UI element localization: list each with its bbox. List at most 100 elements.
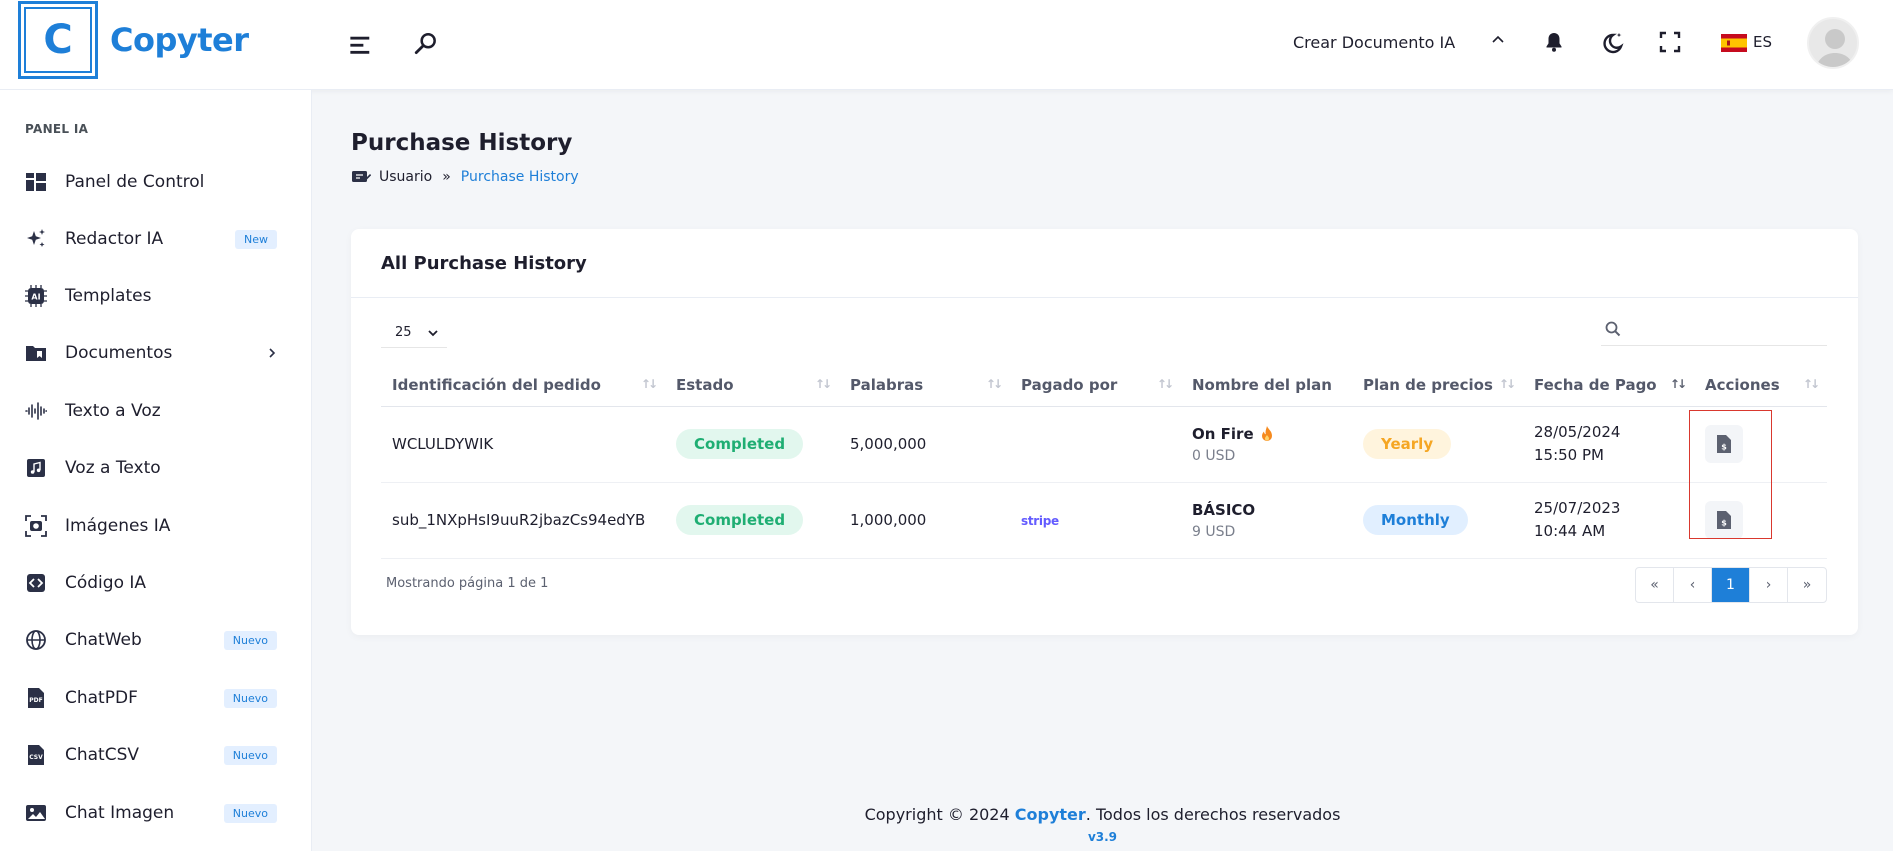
nuevo-badge: Nuevo — [223, 745, 277, 765]
fullscreen-icon[interactable] — [1659, 31, 1681, 53]
svg-text:AI: AI — [31, 293, 40, 302]
payment-time: 15:50 PM — [1534, 446, 1604, 464]
sidebar-item-chatpdf[interactable]: PDF ChatPDF Nuevo — [0, 678, 312, 718]
next-page-button[interactable]: › — [1750, 568, 1788, 602]
paid-by — [1010, 406, 1181, 483]
fire-icon — [1261, 425, 1272, 441]
sidebar-item-chatcsv[interactable]: CSV ChatCSV Nuevo — [0, 735, 312, 775]
sidebar-item-voz-a-texto[interactable]: Voz a Texto — [0, 448, 312, 488]
footer-brand-link[interactable]: Copyter — [1015, 805, 1086, 824]
top-header: C Copyter Crear Documento IA ES — [0, 0, 1893, 90]
svg-text:PDF: PDF — [29, 697, 42, 704]
logo[interactable]: C Copyter — [18, 0, 249, 80]
sidebar-item-templates[interactable]: AI Templates — [0, 276, 312, 316]
svg-text:$: $ — [1721, 443, 1727, 452]
status-badge: Completed — [676, 429, 804, 459]
invoice-button[interactable]: $ — [1705, 501, 1743, 539]
sort-icon[interactable]: ↑↓ — [1803, 377, 1820, 391]
footer-prefix: Copyright © 2024 — [864, 805, 1015, 824]
page-length-value: 25 — [395, 325, 412, 340]
sort-icon[interactable]: ↑↓ — [641, 377, 658, 391]
sidebar-item-texto-a-voz[interactable]: Texto a Voz — [0, 391, 312, 431]
nuevo-badge: Nuevo — [223, 688, 277, 708]
moon-icon[interactable] — [1600, 30, 1626, 56]
avatar[interactable] — [1807, 17, 1859, 69]
svg-text:$: $ — [1721, 519, 1727, 528]
sidebar-item-label: Documentos — [65, 343, 173, 363]
column-header[interactable]: Identificación del pedido ↑↓ — [381, 365, 665, 407]
sidebar-item-documentos[interactable]: Documentos — [0, 333, 312, 373]
chevron-up-icon[interactable] — [1490, 32, 1506, 48]
chevron-right-icon — [269, 348, 276, 358]
sort-icon[interactable]: ↑↓ — [986, 377, 1003, 391]
search-input[interactable] — [1631, 319, 1821, 343]
payment-time: 10:44 AM — [1534, 522, 1606, 540]
sidebar-item-label: ChatPDF — [65, 688, 138, 708]
sidebar-item-chat-imagen[interactable]: Chat Imagen Nuevo — [0, 793, 312, 833]
order-id: sub_1NXpHsI9uuR2jbazCs94edYB — [381, 482, 665, 559]
sidebar-item-codigo-ia[interactable]: Código IA — [0, 563, 312, 603]
sidebar-item-redactor-ia[interactable]: Redactor IA New — [0, 219, 312, 259]
plan-name: On Fire — [1192, 425, 1352, 443]
invoice-icon: $ — [1717, 435, 1731, 453]
create-document-dropdown[interactable]: Crear Documento IA — [1293, 33, 1455, 52]
table-search — [1601, 315, 1827, 346]
footer-suffix: . Todos los derechos reservados — [1085, 805, 1341, 824]
logo-mark: C — [18, 1, 98, 79]
first-page-button[interactable]: « — [1636, 568, 1674, 602]
soundwave-icon — [25, 402, 47, 420]
column-header[interactable]: Estado ↑↓ — [665, 365, 839, 407]
breadcrumb-current: Purchase History — [460, 169, 579, 185]
ai-chip-icon: AI — [25, 285, 47, 307]
column-header[interactable]: Pagado por ↑↓ — [1010, 365, 1181, 407]
sort-icon[interactable]: ↑↓ — [815, 377, 832, 391]
order-id: WCLULDYWIK — [381, 406, 665, 483]
sort-icon[interactable]: ↑↓ — [1499, 377, 1516, 391]
search-icon[interactable] — [413, 31, 439, 57]
column-header[interactable]: Plan de precios ↑↓ — [1352, 365, 1523, 407]
plan-price: 9 USD — [1192, 523, 1236, 540]
search-icon — [1605, 321, 1621, 337]
last-page-button[interactable]: » — [1788, 568, 1826, 602]
menu-icon[interactable] — [348, 32, 374, 58]
pricing-badge: Monthly — [1363, 505, 1468, 535]
breadcrumb-separator: » — [442, 169, 451, 185]
column-header[interactable]: Acciones ↑↓ — [1694, 365, 1827, 407]
csv-icon: CSV — [28, 745, 44, 765]
pricing-badge: Yearly — [1363, 429, 1452, 459]
page-title: Purchase History — [351, 130, 573, 156]
sidebar-item-chatweb[interactable]: ChatWeb Nuevo — [0, 620, 312, 660]
sidebar-item-imagenes-ia[interactable]: Imágenes IA — [0, 506, 312, 546]
column-header[interactable]: Fecha de Pago ↑↓ — [1523, 365, 1694, 407]
invoice-button[interactable]: $ — [1705, 425, 1743, 463]
spain-flag-icon[interactable] — [1721, 34, 1747, 52]
image-icon — [26, 805, 46, 821]
breadcrumb-home[interactable]: Usuario — [379, 169, 432, 185]
page-length-select[interactable]: 25 — [381, 318, 447, 348]
plan-price: 0 USD — [1192, 447, 1236, 464]
globe-icon — [26, 630, 46, 650]
dashboard-icon — [26, 173, 46, 191]
column-header[interactable]: Nombre del plan — [1181, 365, 1352, 407]
sidebar-category: PANEL IA — [25, 122, 89, 136]
sidebar-item-panel-de-control[interactable]: Panel de Control — [0, 162, 312, 202]
column-header[interactable]: Palabras ↑↓ — [839, 365, 1010, 407]
sidebar-item-label: Templates — [65, 286, 152, 306]
bell-icon[interactable] — [1542, 30, 1566, 54]
sidebar-item-label: Texto a Voz — [65, 401, 161, 421]
sort-icon[interactable]: ↑↓ — [1670, 377, 1687, 391]
sidebar-item-label: Código IA — [65, 573, 147, 593]
page-1-button[interactable]: 1 — [1712, 568, 1750, 602]
camera-icon — [25, 515, 47, 537]
prev-page-button[interactable]: ‹ — [1674, 568, 1712, 602]
version-label: v3.9 — [1087, 830, 1118, 844]
card-header: All Purchase History — [351, 229, 1858, 298]
language-label[interactable]: ES — [1753, 33, 1772, 51]
pagination-info: Mostrando página 1 de 1 — [386, 576, 549, 591]
table-header-row: Identificación del pedido ↑↓ Estado ↑↓ Pal… — [381, 365, 1827, 407]
sidebar-item-label: Redactor IA — [65, 229, 164, 249]
sort-icon[interactable]: ↑↓ — [1157, 377, 1174, 391]
card-title: All Purchase History — [381, 253, 587, 274]
new-badge: New — [235, 229, 277, 249]
sidebar-item-label: Imágenes IA — [65, 516, 171, 536]
